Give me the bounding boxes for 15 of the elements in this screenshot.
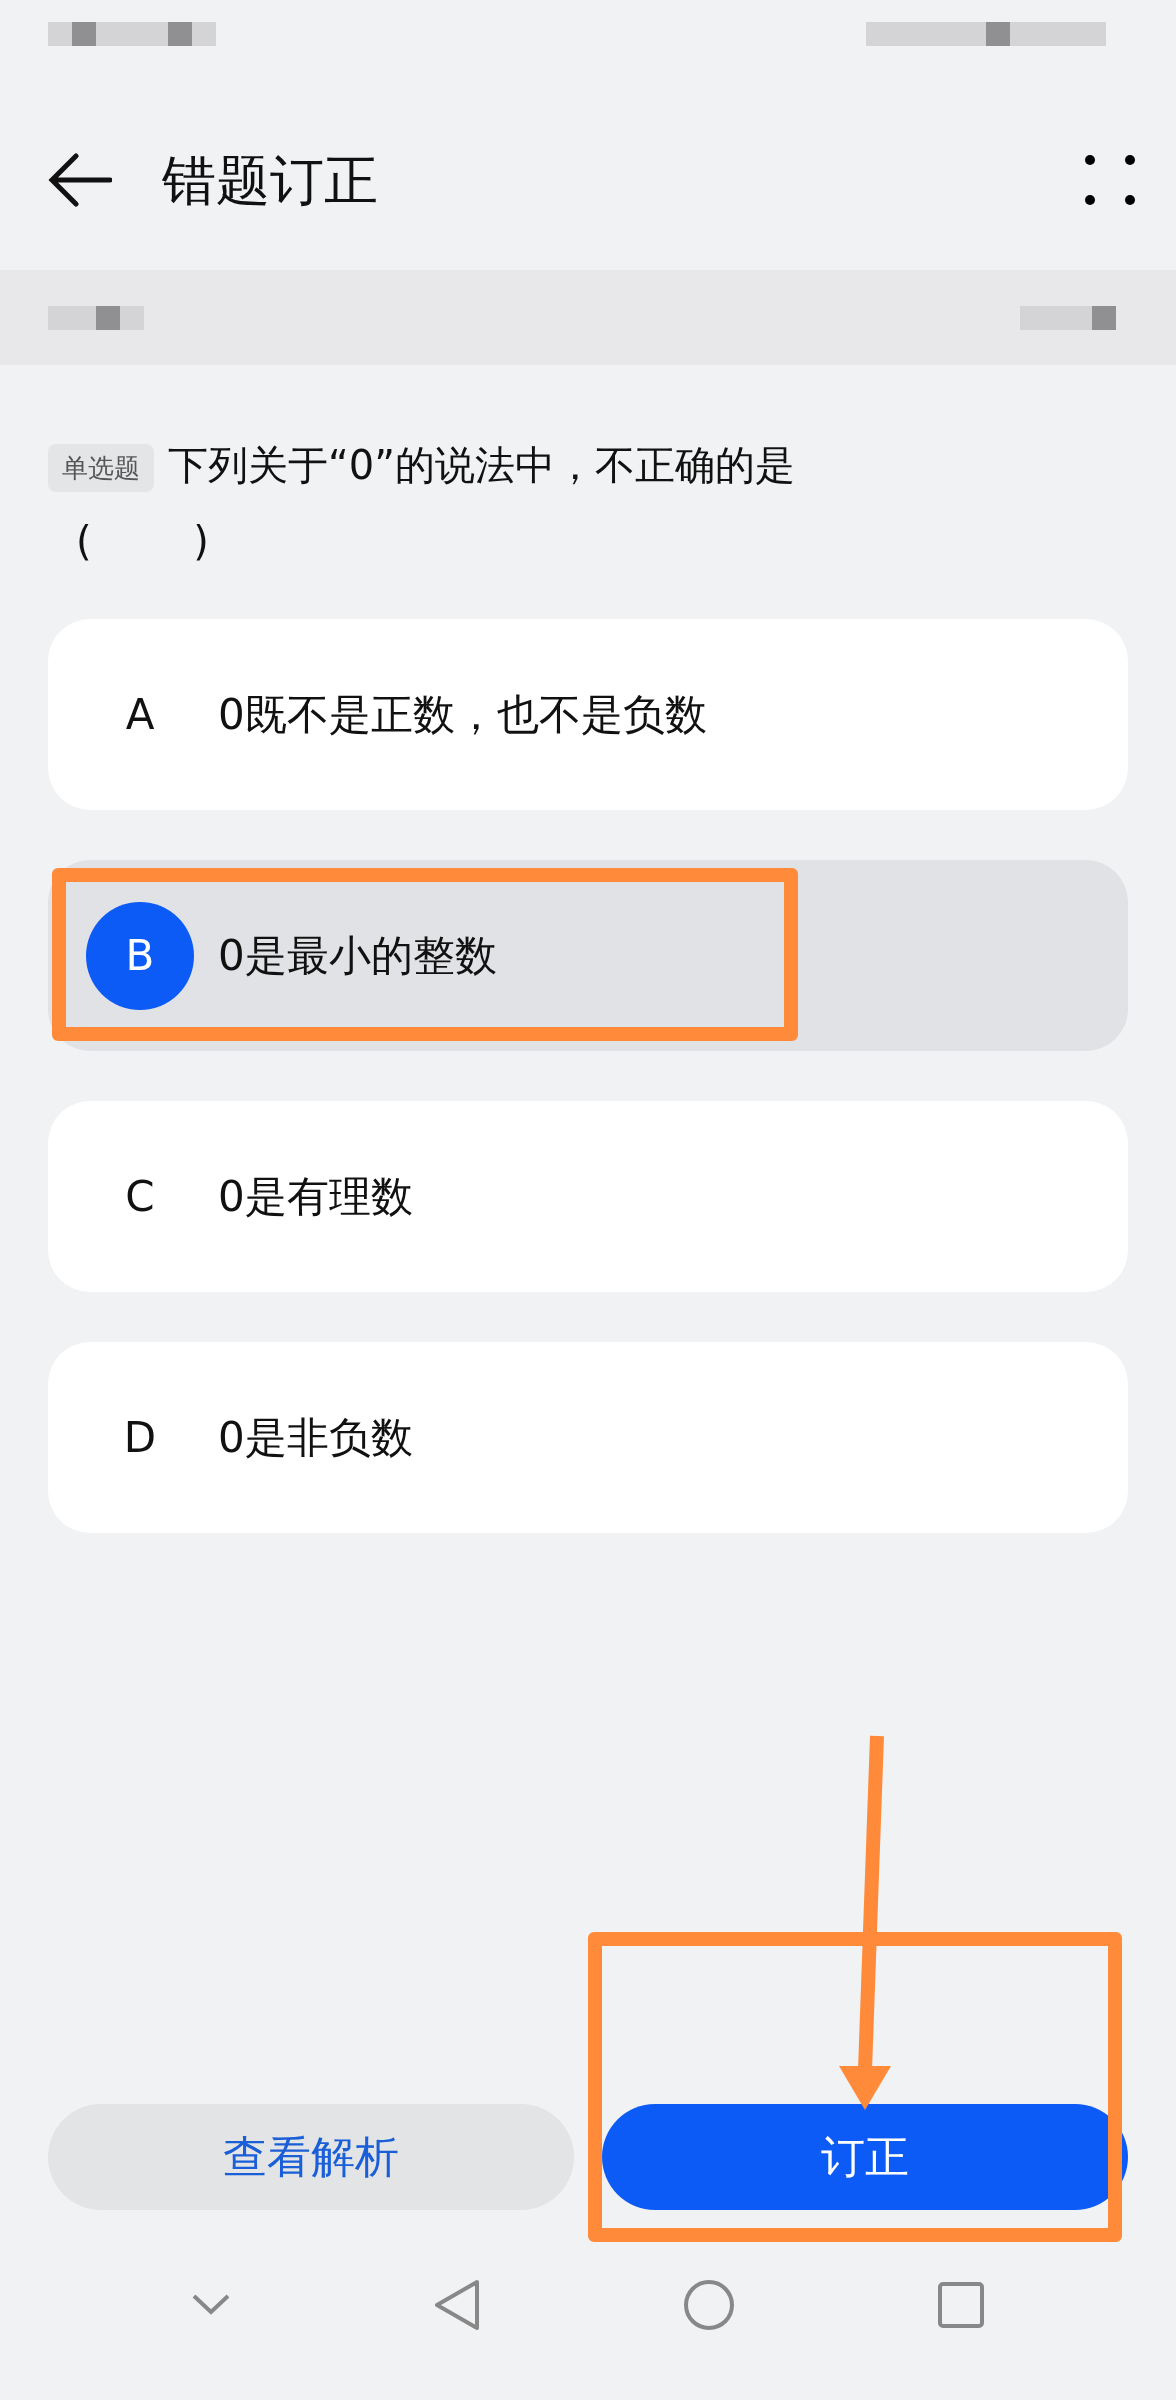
correct-button[interactable]: 订正 [602,2104,1128,2210]
home-icon[interactable] [683,2279,735,2331]
answer-blank: ( ) [76,518,209,564]
view-analysis-button[interactable]: 查看解析 [48,2104,574,2210]
question-type-tag: 单选题 [48,444,154,492]
page-title: 错题订正 [162,147,379,214]
recent-apps-icon[interactable] [937,2281,985,2329]
collapse-icon[interactable] [191,2293,231,2317]
back-icon[interactable] [433,2278,481,2332]
answer-option[interactable]: C 0是有理数 [48,1101,1128,1292]
answer-option[interactable]: D 0是非负数 [48,1342,1128,1533]
answer-option[interactable]: A 0既不是正数，也不是负数 [48,619,1128,810]
back-arrow-icon[interactable] [48,152,112,208]
question-text: 下列关于“0”的说法中，不正确的是 [168,442,795,488]
more-options-icon[interactable] [1084,154,1136,206]
